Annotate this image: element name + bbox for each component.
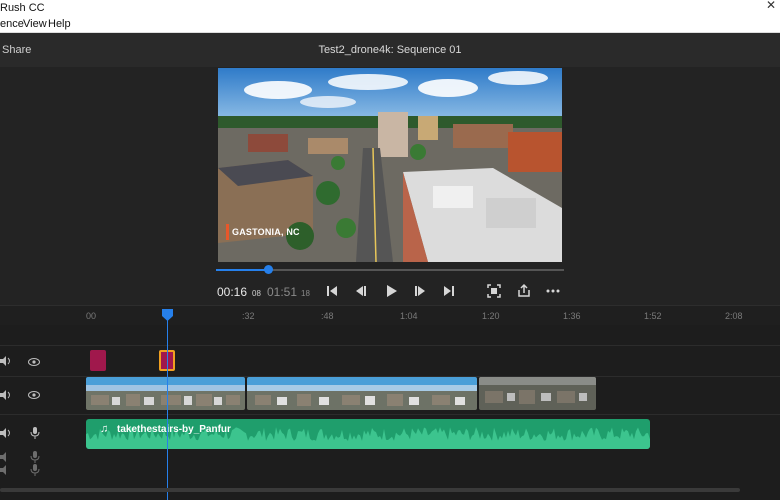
playhead-line (167, 318, 168, 500)
timeline-ruler[interactable]: 00 :32 :48 1:04 1:20 1:36 1:52 2:08 (0, 305, 780, 326)
microphone-icon[interactable] (29, 451, 41, 463)
video-clip[interactable] (479, 377, 596, 410)
caption-accent (226, 224, 229, 240)
app-header: Share Test2_drone4k: Sequence 01 (0, 33, 780, 67)
step-forward-icon[interactable] (412, 283, 428, 299)
microphone-icon[interactable] (29, 427, 41, 439)
play-icon[interactable] (383, 283, 399, 299)
title-bar: Rush CC ✕ (0, 0, 780, 16)
current-timecode: 00:16 (217, 285, 248, 299)
eye-icon[interactable] (28, 389, 40, 401)
video-clip[interactable] (86, 377, 245, 410)
export-frame-icon[interactable] (516, 283, 532, 299)
track-divider (0, 414, 780, 415)
eye-icon[interactable] (28, 356, 40, 368)
duration-frames: 18 (301, 289, 310, 298)
ruler-tick: 1:04 (400, 311, 418, 321)
window-title: Rush CC (0, 2, 45, 14)
fit-frame-icon[interactable] (486, 283, 502, 299)
microphone-icon[interactable] (29, 464, 41, 476)
ruler-tick: 00 (86, 311, 97, 321)
menu-view[interactable]: View (23, 18, 47, 30)
ruler-tick: 1:36 (563, 311, 581, 321)
scrub-progress (216, 269, 269, 271)
duration-timecode: 01:51 (267, 285, 298, 299)
more-icon[interactable] (545, 283, 561, 299)
close-icon[interactable]: ✕ (766, 0, 776, 12)
ruler-tick: 2:08 (725, 311, 743, 321)
speaker-icon[interactable] (0, 355, 12, 367)
scrub-handle[interactable] (264, 265, 273, 274)
menu-help[interactable]: Help (48, 18, 71, 30)
ruler-tick: 1:52 (644, 311, 662, 321)
timeline-scrollbar[interactable] (0, 488, 740, 492)
speaker-icon[interactable] (0, 464, 12, 476)
current-frames: 08 (252, 289, 261, 298)
ruler-tick: :32 (242, 311, 255, 321)
clip-thumbnails (479, 377, 596, 410)
step-back-icon[interactable] (353, 283, 369, 299)
audio-clip-label: takethestairs-by_Panfur (117, 424, 231, 435)
menu-bar: ence View Help (0, 16, 780, 33)
ruler-tick: 1:20 (482, 311, 500, 321)
music-note-icon: ♫ (100, 423, 109, 435)
title-clip[interactable] (90, 350, 106, 371)
speaker-icon[interactable] (0, 389, 12, 401)
sequence-title: Test2_drone4k: Sequence 01 (318, 44, 462, 56)
clip-header (86, 377, 245, 385)
go-to-end-icon[interactable] (441, 283, 457, 299)
video-clip[interactable] (247, 377, 477, 410)
speaker-icon[interactable] (0, 427, 12, 439)
timeline-tracks[interactable] (0, 325, 780, 500)
menu-sequence[interactable]: ence (0, 18, 24, 30)
video-caption: GASTONIA, NC (232, 227, 300, 237)
go-to-start-icon[interactable] (324, 283, 340, 299)
playhead-handle[interactable] (162, 308, 173, 321)
clip-header (247, 377, 477, 385)
ruler-tick: :48 (321, 311, 334, 321)
track-divider (0, 345, 780, 346)
speaker-icon[interactable] (0, 451, 12, 463)
